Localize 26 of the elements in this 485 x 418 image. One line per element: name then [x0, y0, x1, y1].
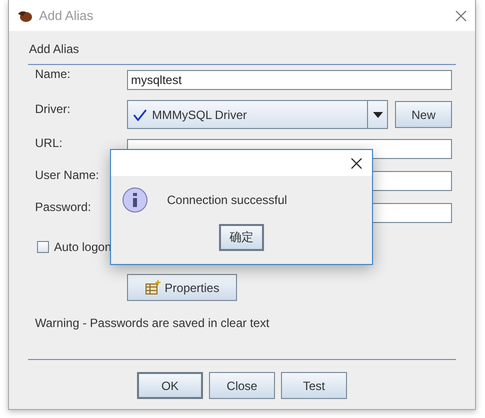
- message-text: Connection successful: [167, 193, 288, 207]
- field-label: Password:: [35, 200, 92, 214]
- section-title: Add Alias: [28, 41, 80, 58]
- table-icon: [144, 280, 161, 295]
- confirm-button[interactable]: 确定: [219, 224, 264, 251]
- dropdown-value: MMMySQL Driver: [152, 108, 247, 122]
- field-label: Driver:: [35, 102, 72, 116]
- caret-icon: [372, 112, 382, 118]
- dialog-button[interactable]: Test: [281, 372, 347, 399]
- close-icon[interactable]: [351, 158, 362, 168]
- field-label: URL:: [35, 136, 64, 150]
- properties-button[interactable]: Properties: [127, 274, 237, 301]
- new-button[interactable]: New: [395, 101, 452, 128]
- driver-dropdown[interactable]: MMMySQL Driver: [127, 100, 388, 129]
- info-icon: [122, 187, 148, 213]
- checkbox-label: Auto logon: [54, 240, 112, 254]
- text-field[interactable]: mysqltest: [127, 70, 452, 90]
- dialog-button[interactable]: OK: [137, 372, 203, 399]
- field-label: User Name:: [35, 168, 100, 182]
- app-icon: [17, 8, 33, 22]
- field-label: Name:: [35, 67, 72, 81]
- check-icon: [133, 108, 147, 120]
- window-title: Add Alias: [39, 8, 94, 23]
- checkbox[interactable]: [37, 241, 49, 253]
- dialog-button[interactable]: Close: [209, 372, 275, 399]
- warning-text: Warning - Passwords are saved in clear text: [34, 316, 270, 330]
